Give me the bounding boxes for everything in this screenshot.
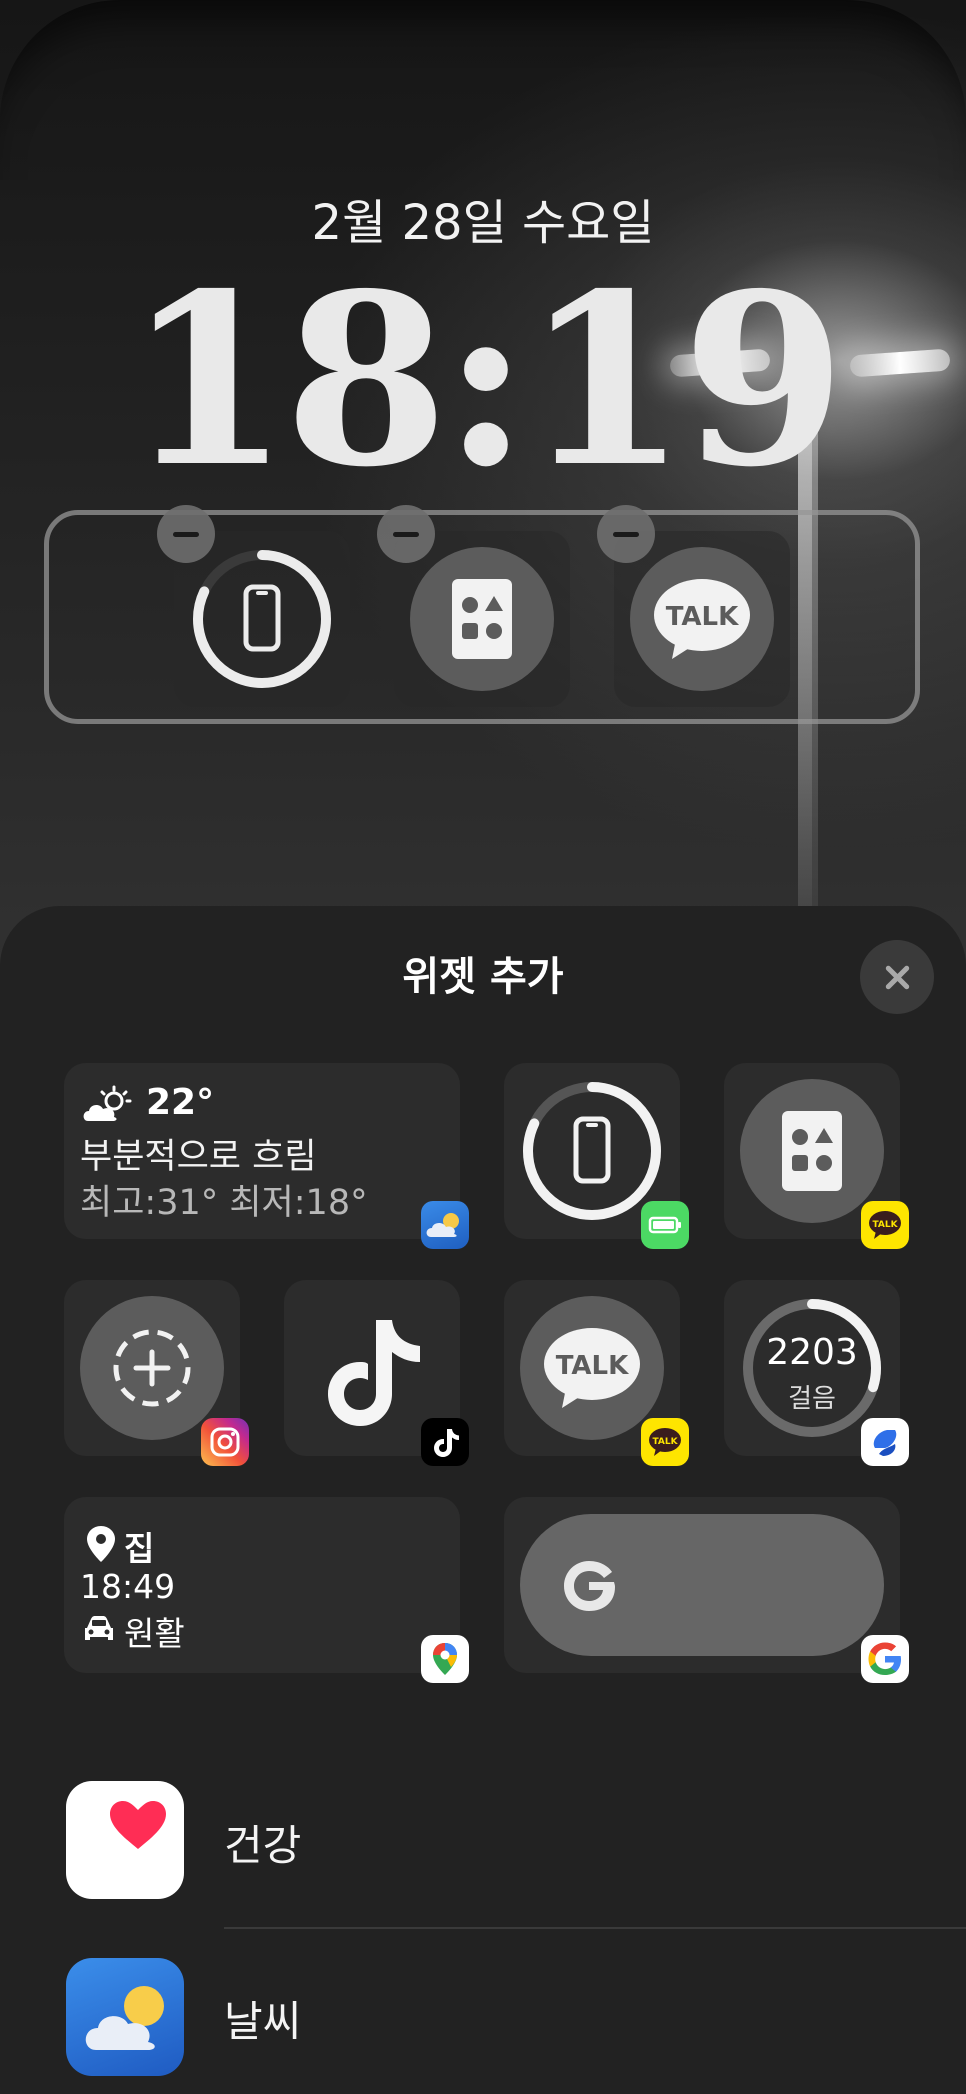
shortcut-circle: TALK	[630, 547, 774, 691]
weather-app-icon[interactable]	[66, 1958, 184, 2076]
lock-time[interactable]: 18:19	[0, 262, 966, 498]
sheet-title: 위젯 추가	[402, 954, 564, 1000]
close-button[interactable]	[860, 940, 934, 1014]
kakaotalk-badge-icon: TALK	[641, 1418, 689, 1466]
app-grid-icon	[782, 1111, 842, 1191]
weather-temperature: 22°	[146, 1082, 215, 1123]
google-g-icon	[564, 1561, 615, 1611]
kakaotalk-bubble-icon: TALK	[654, 579, 750, 659]
location-pin-icon	[87, 1526, 115, 1562]
talk-text: TALK	[652, 1437, 678, 1447]
shortcut-circle	[80, 1296, 224, 1440]
maps-destination: 집	[124, 1529, 155, 1568]
maps-eta: 18:49	[80, 1567, 176, 1606]
add-story-icon	[113, 1329, 191, 1407]
screen-corner-shade	[0, 0, 966, 180]
shortcut-circle	[410, 547, 554, 691]
fitness-app-badge-icon	[861, 1418, 909, 1466]
steps-count: 2203	[766, 1332, 858, 1373]
talk-text: TALK	[666, 602, 739, 632]
steps-label: 걸음	[788, 1384, 836, 1414]
talk-text: TALK	[556, 1351, 629, 1381]
remove-widget-button[interactable]	[377, 505, 435, 563]
weather-condition: 부분적으로 흐림	[80, 1137, 317, 1177]
weather-high-low: 최고:31° 최저:18°	[80, 1183, 368, 1223]
shortcut-circle: TALK	[520, 1296, 664, 1440]
remove-widget-button[interactable]	[157, 505, 215, 563]
health-app-label[interactable]: 건강	[224, 1812, 301, 1873]
weather-app-label[interactable]: 날씨	[224, 1988, 301, 2049]
partly-cloudy-icon	[83, 1085, 132, 1121]
kakaotalk-bubble-icon: TALK	[544, 1328, 640, 1408]
tiktok-badge-icon	[421, 1418, 469, 1466]
list-divider	[224, 1927, 966, 1929]
google-search-pill[interactable]	[520, 1514, 884, 1656]
google-badge-icon	[861, 1635, 909, 1683]
maps-traffic-status: 원활	[124, 1614, 185, 1653]
google-maps-badge-icon	[421, 1635, 469, 1683]
cloud-sun-icon	[85, 1986, 164, 2050]
app-grid-icon	[452, 579, 512, 659]
car-icon	[85, 1616, 113, 1640]
remove-widget-button[interactable]	[597, 505, 655, 563]
talk-text: TALK	[872, 1220, 898, 1230]
weather-app-badge-icon	[421, 1201, 469, 1249]
instagram-badge-icon	[201, 1418, 249, 1466]
health-app-icon[interactable]	[66, 1781, 184, 1899]
kakaotalk-badge-icon: TALK	[861, 1201, 909, 1249]
battery-app-badge-icon	[641, 1201, 689, 1249]
heart-icon	[110, 1801, 166, 1849]
shortcut-circle	[740, 1079, 884, 1223]
